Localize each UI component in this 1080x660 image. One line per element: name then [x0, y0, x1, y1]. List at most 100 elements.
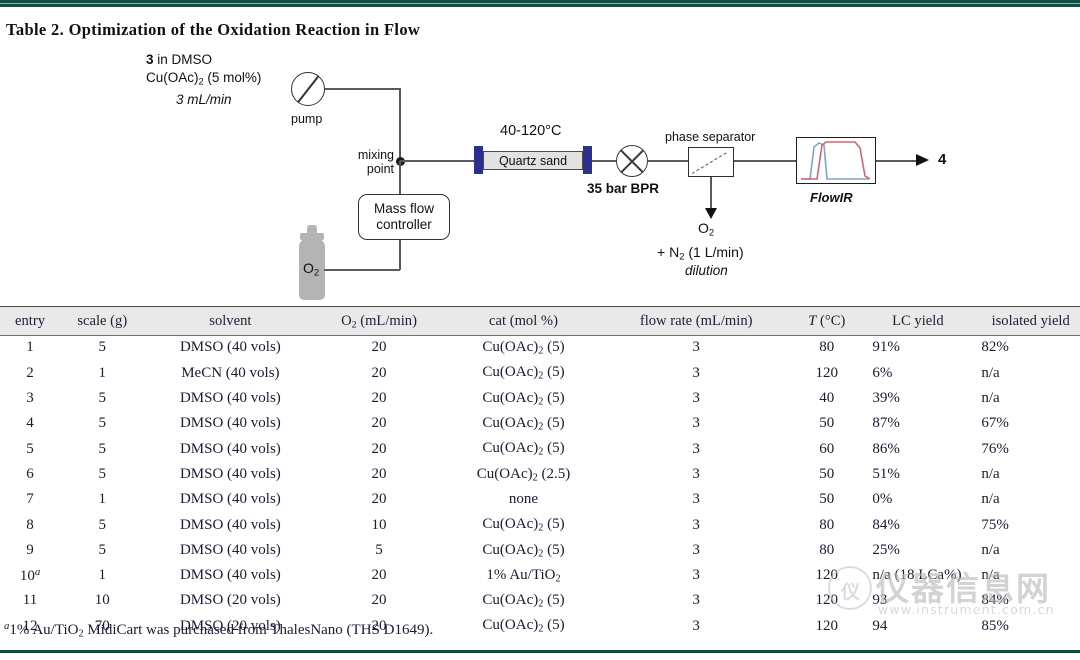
- cell-cat: Cu(OAc)2 (5): [482, 339, 565, 357]
- feed-solvent-text: in DMSO: [153, 52, 213, 67]
- column-header-entry: entry: [15, 312, 46, 329]
- cell-temperature: 50: [819, 465, 835, 482]
- cell-temperature: 120: [815, 364, 839, 381]
- table-row: 6 5 DMSO (40 vols) 20 Cu(OAc)2 (2.5) 3 50 51% n/…: [0, 462, 1080, 487]
- cell-temperature: 50: [819, 491, 835, 508]
- table-row: 11 10 DMSO (20 vols) 20 Cu(OAc)2 (5) 3 120 93 84…: [0, 588, 1080, 613]
- cell-cat: Cu(OAc)2 (5): [482, 516, 565, 534]
- cell-o2: 10: [371, 516, 387, 533]
- cell-flow-rate: 3: [692, 491, 700, 508]
- vent-arrow-icon: [705, 208, 717, 219]
- table-row: 2 1 MeCN (40 vols) 20 Cu(OAc)2 (5) 3 120 6% n/a: [0, 361, 1080, 386]
- mfc-label-line2: controller: [376, 217, 432, 232]
- cell-scale: 5: [98, 465, 107, 482]
- cell-entry: 11: [22, 592, 38, 609]
- cell-scale: 1: [98, 567, 107, 584]
- cell-flow-rate: 3: [692, 465, 700, 482]
- cell-lc-yield: 87%: [872, 415, 900, 432]
- page-root: Table 2. Optimization of the Oxidation R…: [0, 0, 1080, 660]
- feed-flow-rate-label: 3 mL/min: [176, 92, 232, 107]
- vent-dilution-label: dilution: [685, 263, 728, 278]
- cell-entry: 4: [26, 415, 34, 432]
- cell-temperature: 80: [819, 516, 835, 533]
- table-row: 4 5 DMSO (40 vols) 20 Cu(OAc)2 (5) 3 50 87% 67%: [0, 411, 1080, 436]
- cell-scale: 1: [98, 491, 107, 508]
- journal-header-highlight: [0, 3, 1080, 4]
- cylinder-to-mfc-line: [324, 269, 400, 271]
- cell-flow-rate: 3: [692, 567, 700, 584]
- column-header-cat: cat (mol %): [489, 312, 558, 329]
- table-row: 7 1 DMSO (40 vols) 20 none 3 50 0% n/a: [0, 487, 1080, 512]
- page-title: Table 2. Optimization of the Oxidation R…: [6, 20, 421, 39]
- cell-flow-rate: 3: [692, 440, 700, 457]
- cell-o2: 20: [371, 491, 387, 508]
- cell-o2: 20: [371, 339, 387, 356]
- reactor-to-bpr-line: [592, 160, 618, 162]
- cell-isolated-yield: 67%: [981, 415, 1009, 432]
- column-header-solvent: solvent: [209, 312, 252, 329]
- cell-lc-yield: 94: [872, 617, 888, 634]
- mixing-point-label-line2: point: [366, 162, 394, 176]
- cell-scale: 5: [98, 516, 107, 533]
- cell-flow-rate: 3: [692, 390, 700, 407]
- detector-outlet-line: [876, 160, 918, 162]
- reactor-label: Quartz sand: [498, 153, 568, 168]
- feed-stream-label-line1: 3 in DMSO: [146, 52, 212, 68]
- cell-solvent: DMSO (40 vols): [179, 516, 281, 533]
- cell-entry: 1: [26, 339, 34, 356]
- cell-entry: 3: [26, 390, 34, 407]
- reactor-outlet-cap-icon: [583, 146, 592, 174]
- cell-cat: Cu(OAc)2 (5): [482, 415, 565, 433]
- cell-isolated-yield: 85%: [981, 617, 1009, 634]
- bpr-label: 35 bar BPR: [587, 181, 660, 196]
- cell-scale: 5: [98, 415, 107, 432]
- cylinder-label: O2: [303, 260, 320, 279]
- mfc-down-line: [399, 240, 401, 270]
- cell-solvent: DMSO (40 vols): [179, 390, 281, 407]
- cell-o2: 20: [371, 415, 387, 432]
- product-arrow-icon: [916, 154, 929, 166]
- cell-cat: Cu(OAc)2 (5): [482, 440, 565, 458]
- cell-cat: none: [508, 491, 539, 508]
- column-header-temperature: T (°C): [808, 312, 846, 329]
- column-header-o2: O2 (mL/min): [341, 312, 417, 331]
- table-header-row: entry scale (g) solvent O2 (mL/min) cat …: [0, 307, 1080, 335]
- table-row: 3 5 DMSO (40 vols) 20 Cu(OAc)2 (5) 3 40 39% n/a: [0, 386, 1080, 411]
- separator-to-detector-line: [734, 160, 796, 162]
- cell-lc-yield: 84%: [872, 516, 900, 533]
- cell-isolated-yield: 84%: [981, 592, 1009, 609]
- cell-scale: 5: [98, 390, 107, 407]
- cell-cat: Cu(OAc)2 (5): [482, 617, 565, 635]
- mfc-label-line1: Mass flow: [373, 201, 434, 217]
- reactor-inlet-cap-icon: [474, 146, 483, 174]
- flowir-detector: [796, 137, 876, 184]
- cell-o2: 20: [371, 364, 387, 381]
- cell-temperature: 40: [819, 390, 835, 407]
- table-row: 9 5 DMSO (40 vols) 5 Cu(OAc)2 (5) 3 80 25% n/a: [0, 538, 1080, 563]
- cell-solvent: DMSO (20 vols): [179, 592, 281, 609]
- cell-temperature: 80: [819, 339, 835, 356]
- cell-lc-yield: 25%: [872, 541, 900, 558]
- cell-solvent: DMSO (40 vols): [179, 415, 281, 432]
- cell-isolated-yield: n/a: [981, 567, 1000, 584]
- cell-entry: 9: [26, 541, 34, 558]
- flowir-trace-chart: [801, 141, 871, 180]
- column-header-scale: scale (g): [77, 312, 128, 329]
- cell-temperature: 120: [815, 592, 839, 609]
- mixing-to-reactor-line: [400, 160, 475, 162]
- cell-isolated-yield: n/a: [981, 465, 1000, 482]
- cell-entry: 5: [26, 440, 34, 457]
- column-header-flow-rate: flow rate (mL/min): [639, 312, 753, 329]
- cell-lc-yield: 86%: [872, 440, 900, 457]
- reactor-temperature-label: 40-120°C: [500, 123, 562, 139]
- cell-lc-yield: 93: [872, 592, 888, 609]
- phase-separator-label: phase separator: [665, 130, 756, 144]
- table-row: 10a 1 DMSO (40 vols) 20 1% Au/TiO2 3 120 n/a (1…: [0, 563, 1080, 588]
- cell-flow-rate: 3: [692, 516, 700, 533]
- cell-o2: 20: [371, 390, 387, 407]
- mixing-to-mfc-line: [399, 161, 401, 194]
- cell-entry: 8: [26, 516, 34, 533]
- cell-isolated-yield: 82%: [981, 339, 1009, 356]
- cell-solvent: MeCN (40 vols): [181, 364, 280, 381]
- cell-scale: 10: [94, 592, 110, 609]
